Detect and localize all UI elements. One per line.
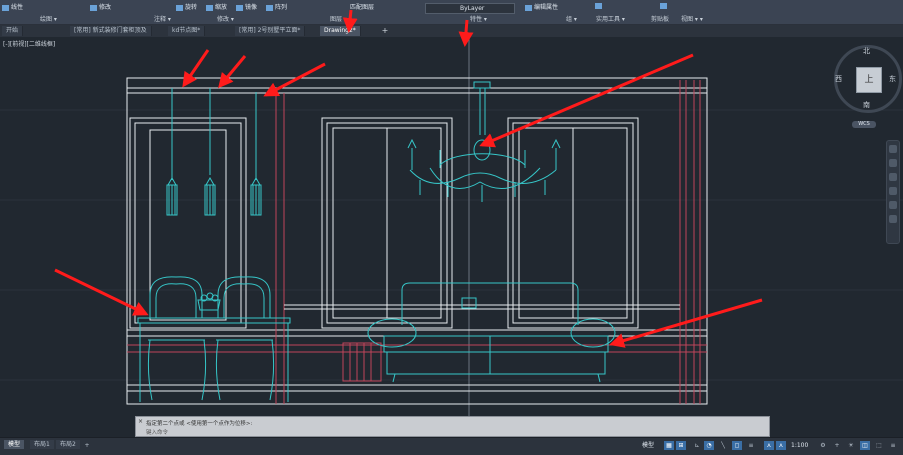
window-center <box>321 117 453 329</box>
wcs-menu[interactable]: WCS <box>852 121 876 128</box>
cad-drawing <box>0 9 903 435</box>
object-snap-icon[interactable]: ◻ <box>732 441 742 450</box>
pendant-lamps <box>166 88 262 216</box>
grid-icon[interactable]: ▦ <box>664 441 674 450</box>
compass-west[interactable]: 西 <box>835 74 842 84</box>
viewcube[interactable]: 上 北 南 东 西 <box>834 45 902 113</box>
pan-icon[interactable] <box>889 159 897 167</box>
layout-tab-1[interactable]: 布局1 <box>30 440 54 449</box>
elevation-frame <box>126 77 708 405</box>
status-bar: 模型 布局1 布局2 + 模型 ▦ ⊞ ⊾ ◔ ╲ ◻ ≡ ⋏ ⋏ 1:100 … <box>0 437 903 455</box>
showmotion-icon[interactable] <box>889 201 897 209</box>
zoom-icon[interactable] <box>889 173 897 181</box>
sofa <box>367 282 616 383</box>
annotation-arrows <box>54 9 763 348</box>
close-icon[interactable]: × <box>137 418 144 425</box>
compass-south[interactable]: 南 <box>863 100 870 110</box>
dining-set <box>137 276 291 402</box>
nav-options-icon[interactable] <box>889 215 897 223</box>
snap-icon[interactable]: ⊞ <box>676 441 686 450</box>
layout-tab-model[interactable]: 模型 <box>4 440 25 449</box>
wall-panels <box>127 80 707 404</box>
polar-icon[interactable]: ◔ <box>704 441 714 450</box>
command-input[interactable]: 键入命令 <box>146 428 706 436</box>
lineweight-icon[interactable]: ≡ <box>746 441 756 450</box>
window-right <box>507 117 639 329</box>
chandelier <box>407 81 561 202</box>
compass-east[interactable]: 东 <box>889 74 896 84</box>
viewcube-top-face[interactable]: 上 <box>856 67 882 93</box>
model-space-toggle[interactable]: 模型 <box>642 441 654 450</box>
ortho-icon[interactable]: ⊾ <box>692 441 702 450</box>
isolate-icon[interactable]: ☀ <box>846 441 856 450</box>
navigation-bar <box>886 140 900 244</box>
customize-icon[interactable]: ≡ <box>888 441 898 450</box>
plus-icon[interactable]: + <box>832 441 842 450</box>
layout-tab-2[interactable]: 布局2 <box>56 440 80 449</box>
add-layout-icon[interactable]: + <box>82 441 92 450</box>
steering-wheel-icon[interactable] <box>889 145 897 153</box>
command-line: × 指定第二个点或 <使用第一个点作为位移>: 键入命令 <box>135 416 770 437</box>
auto-scale-icon[interactable]: ⋏ <box>776 441 786 450</box>
command-history: 指定第二个点或 <使用第一个点作为位移>: <box>146 421 253 427</box>
annotation-scale[interactable]: 1:100 <box>791 441 808 450</box>
hardware-accel-icon[interactable]: ◫ <box>860 441 870 450</box>
workspace-gear-icon[interactable]: ⚙ <box>818 441 828 450</box>
clean-screen-icon[interactable]: ⬚ <box>874 441 884 450</box>
dado-rail <box>284 304 680 310</box>
window-left <box>129 117 247 329</box>
compass-north[interactable]: 北 <box>863 46 870 56</box>
isodraft-icon[interactable]: ╲ <box>718 441 728 450</box>
orbit-icon[interactable] <box>889 187 897 195</box>
annotation-visibility-icon[interactable]: ⋏ <box>764 441 774 450</box>
